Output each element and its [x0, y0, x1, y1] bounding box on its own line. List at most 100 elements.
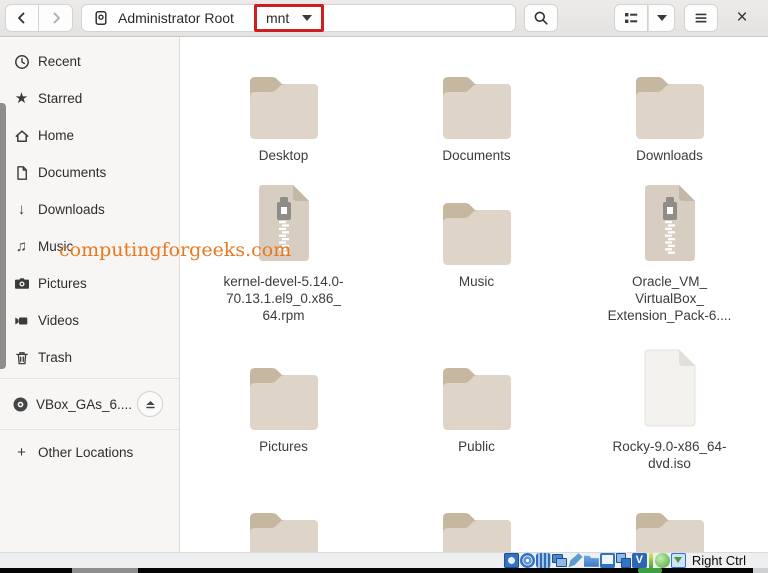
file-item-label: Downloads	[636, 148, 703, 163]
breadcrumb-root-label: Administrator Root	[118, 10, 234, 26]
sidebar-item-label: Starred	[38, 91, 83, 106]
grid-row: Pictures Public Rocky-9.0-x86_64- dvd.is…	[187, 349, 768, 497]
host-key-label: Right Ctrl	[691, 553, 746, 568]
file-item-label: Pictures	[259, 439, 308, 454]
caret-down-icon	[302, 15, 313, 21]
star-icon: ★	[14, 90, 29, 107]
file-grid: Desktop Documents Downloads kernel-devel…	[180, 37, 768, 552]
document-icon	[12, 165, 31, 181]
grid-row-partial	[187, 497, 768, 552]
chevron-right-icon	[48, 10, 64, 26]
hard-disk-icon[interactable]	[503, 553, 519, 568]
file-item-vbox-extension-pack[interactable]: Oracle_VM_ VirtualBox_ Extension_Pack-6.…	[573, 185, 766, 352]
folder-icon	[631, 61, 709, 139]
nav-buttons	[5, 4, 73, 32]
vbox-statusbar: Right Ctrl	[0, 552, 768, 568]
home-icon	[12, 128, 31, 144]
usb-icon[interactable]	[568, 553, 583, 568]
bottom-edge-green-segment	[638, 568, 662, 573]
sidebar-separator	[0, 378, 179, 379]
audio-icon[interactable]	[535, 553, 551, 568]
drive-root-icon	[93, 10, 109, 26]
sidebar-item-home[interactable]: Home	[0, 117, 179, 154]
sidebar-item-label: Trash	[38, 350, 73, 365]
file-item-label: Desktop	[258, 148, 309, 163]
network-icon[interactable]	[551, 553, 567, 568]
path-bar: Administrator Root mnt	[81, 4, 516, 32]
forward-button[interactable]	[39, 4, 73, 32]
hamburger-menu-button[interactable]	[684, 4, 718, 32]
sidebar-item-vbox-device[interactable]: VBox_GAs_6....	[0, 381, 179, 427]
bottom-edge-light-segment	[753, 568, 768, 573]
sidebar-item-pictures[interactable]: Pictures	[0, 265, 179, 302]
sidebar-item-label: Documents	[38, 165, 107, 180]
file-item-kernel-rpm[interactable]: kernel-devel-5.14.0- 70.13.1.el9_0.x86_ …	[187, 185, 380, 352]
file-item-label: Rocky-9.0-x86_64- dvd.iso	[612, 439, 727, 471]
file-item-label: Oracle_VM_ VirtualBox_ Extension_Pack-6.…	[607, 274, 732, 323]
headerbar: Administrator Root mnt ×	[0, 0, 768, 37]
file-item-public[interactable]: Public	[380, 352, 573, 497]
list-view-button[interactable]	[614, 4, 648, 32]
folder-icon	[631, 497, 709, 552]
grid-row: kernel-devel-5.14.0- 70.13.1.el9_0.x86_ …	[187, 185, 768, 352]
file-item-documents[interactable]: Documents	[380, 61, 573, 187]
view-caret-icon	[656, 15, 667, 21]
search-icon	[533, 10, 549, 26]
eject-button[interactable]	[137, 391, 163, 417]
clock-icon	[12, 54, 31, 70]
file-item-partial[interactable]	[573, 497, 766, 552]
file-item-partial[interactable]	[187, 497, 380, 552]
file-item-pictures[interactable]: Pictures	[187, 352, 380, 497]
sidebar-item-documents[interactable]: Documents	[0, 154, 179, 191]
optical-disc-icon	[12, 396, 29, 413]
video-capture-icon[interactable]	[631, 553, 647, 568]
sidebar-scrollbar[interactable]	[0, 103, 6, 369]
sidebar-item-recent[interactable]: Recent	[0, 43, 179, 80]
breadcrumb-root[interactable]: Administrator Root	[82, 5, 248, 31]
file-item-rocky-iso[interactable]: Rocky-9.0-x86_64- dvd.iso	[573, 349, 766, 497]
sidebar-item-other-locations[interactable]: + Other Locations	[0, 432, 179, 472]
sidebar-item-starred[interactable]: ★ Starred	[0, 80, 179, 117]
close-button[interactable]: ×	[730, 4, 754, 32]
keyboard-icon[interactable]	[670, 553, 686, 568]
search-button[interactable]	[524, 4, 558, 32]
eject-icon	[144, 398, 157, 411]
file-item-label: Music	[458, 274, 495, 289]
folder-icon	[245, 61, 323, 139]
list-view-icon	[623, 10, 639, 26]
back-button[interactable]	[5, 4, 39, 32]
shared-folder-icon[interactable]	[583, 555, 599, 567]
file-item-downloads[interactable]: Downloads	[573, 61, 766, 187]
folder-icon	[438, 497, 516, 552]
sidebar-item-label: Downloads	[38, 202, 105, 217]
bottom-edge	[0, 568, 768, 573]
file-item-partial[interactable]	[380, 497, 573, 552]
window-content: Recent ★ Starred Home Documents ↓ Downlo…	[0, 37, 768, 552]
sidebar-item-videos[interactable]: Videos	[0, 302, 179, 339]
archive-file-icon	[637, 185, 703, 265]
sidebar-item-label: Other Locations	[38, 444, 134, 460]
folder-icon	[245, 497, 323, 552]
view-dropdown-button[interactable]	[648, 4, 675, 32]
camera-icon	[12, 276, 31, 292]
music-notes-icon: ♫	[15, 238, 28, 255]
grid-row: Desktop Documents Downloads	[187, 61, 768, 187]
trash-icon	[12, 350, 31, 366]
file-item-label: Public	[458, 439, 495, 454]
current-folder-label: mnt	[265, 10, 290, 26]
camcorder-icon	[12, 313, 31, 329]
mouse-integration-icon[interactable]	[654, 553, 670, 568]
optical-disc-icon[interactable]	[519, 553, 535, 568]
sidebar-item-downloads[interactable]: ↓ Downloads	[0, 191, 179, 228]
sidebar-item-label: Pictures	[38, 276, 87, 291]
sidebar-item-trash[interactable]: Trash	[0, 339, 179, 376]
current-folder-button[interactable]: mnt	[253, 4, 325, 32]
watermark-text: computingforgeeks.com	[59, 239, 292, 261]
folder-icon	[438, 352, 516, 430]
chevron-left-icon	[14, 10, 30, 26]
file-item-music[interactable]: Music	[380, 187, 573, 352]
sidebar-item-label: Home	[38, 128, 75, 143]
display-icon[interactable]	[599, 553, 615, 568]
file-item-desktop[interactable]: Desktop	[187, 61, 380, 187]
clipboard-icon[interactable]	[615, 553, 631, 568]
